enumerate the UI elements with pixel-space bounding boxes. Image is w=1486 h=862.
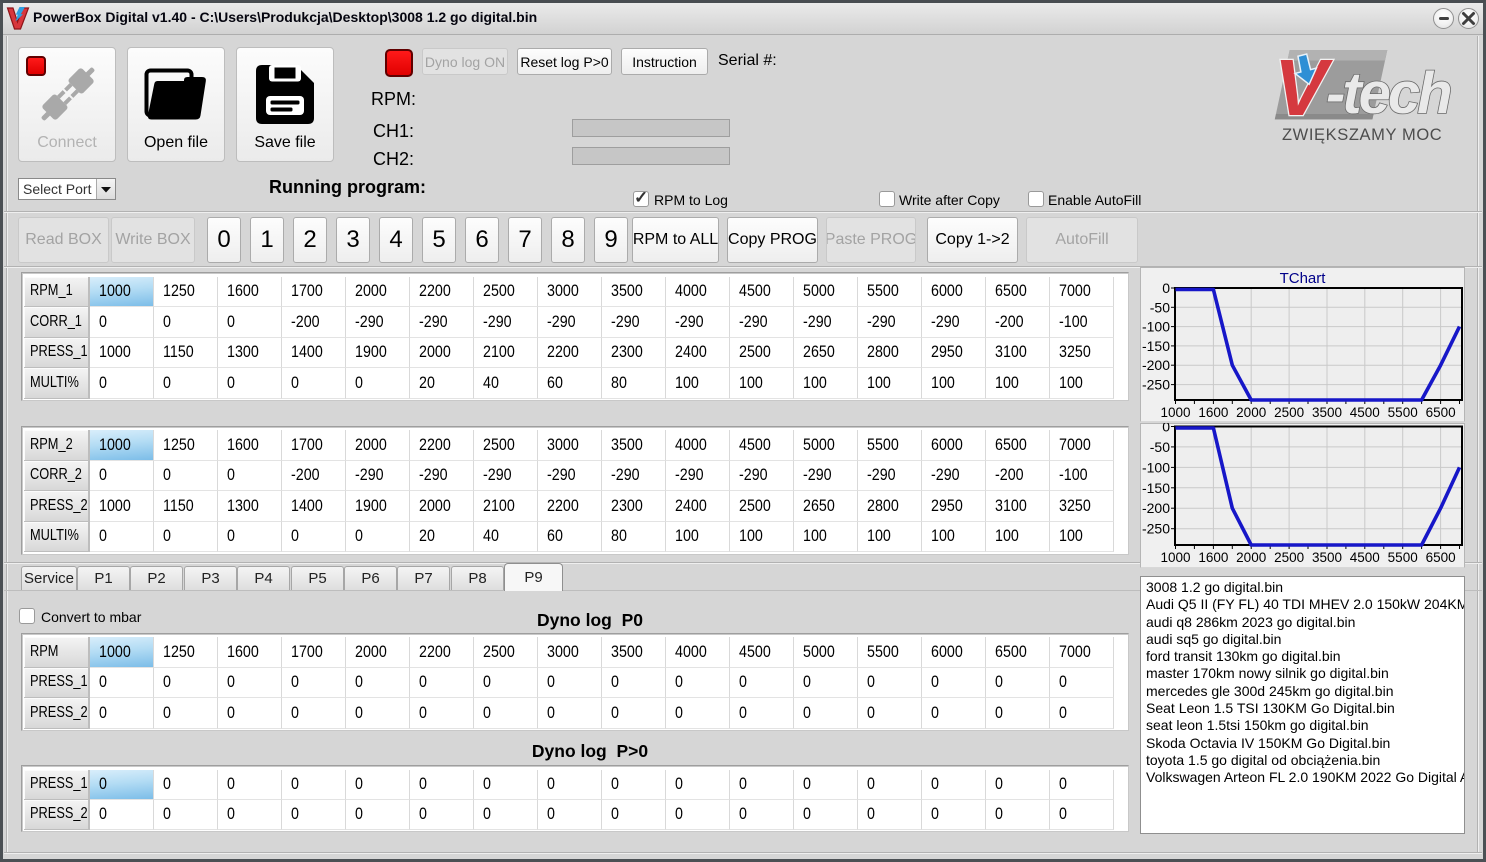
svg-text:-tech: -tech <box>1326 61 1450 126</box>
svg-text:-150: -150 <box>1142 480 1170 496</box>
svg-text:2000: 2000 <box>1236 405 1266 420</box>
svg-text:3500: 3500 <box>1312 550 1342 565</box>
svg-text:-100: -100 <box>1142 319 1170 335</box>
svg-text:-200: -200 <box>1142 357 1170 373</box>
svg-text:2500: 2500 <box>1274 405 1304 420</box>
svg-text:4500: 4500 <box>1350 550 1380 565</box>
svg-text:-100: -100 <box>1142 459 1170 475</box>
svg-text:ZWIĘKSZAMY MOC: ZWIĘKSZAMY MOC <box>1282 126 1442 144</box>
svg-text:3500: 3500 <box>1312 405 1342 420</box>
svg-text:1000: 1000 <box>1160 550 1190 565</box>
svg-text:-250: -250 <box>1142 521 1170 537</box>
svg-text:6500: 6500 <box>1426 405 1456 420</box>
svg-text:2500: 2500 <box>1274 550 1304 565</box>
svg-text:1600: 1600 <box>1198 405 1228 420</box>
svg-text:-200: -200 <box>1142 500 1170 516</box>
svg-text:-150: -150 <box>1142 338 1170 354</box>
svg-text:0: 0 <box>1162 423 1170 435</box>
svg-text:-250: -250 <box>1142 377 1170 393</box>
svg-text:1600: 1600 <box>1198 550 1228 565</box>
svg-text:5500: 5500 <box>1388 405 1418 420</box>
svg-text:6500: 6500 <box>1426 550 1456 565</box>
svg-text:4500: 4500 <box>1350 405 1380 420</box>
svg-text:1000: 1000 <box>1160 405 1190 420</box>
svg-text:5500: 5500 <box>1388 550 1418 565</box>
svg-text:-50: -50 <box>1150 439 1170 455</box>
svg-text:0: 0 <box>1162 280 1170 296</box>
svg-text:-50: -50 <box>1150 299 1170 315</box>
svg-text:2000: 2000 <box>1236 550 1266 565</box>
